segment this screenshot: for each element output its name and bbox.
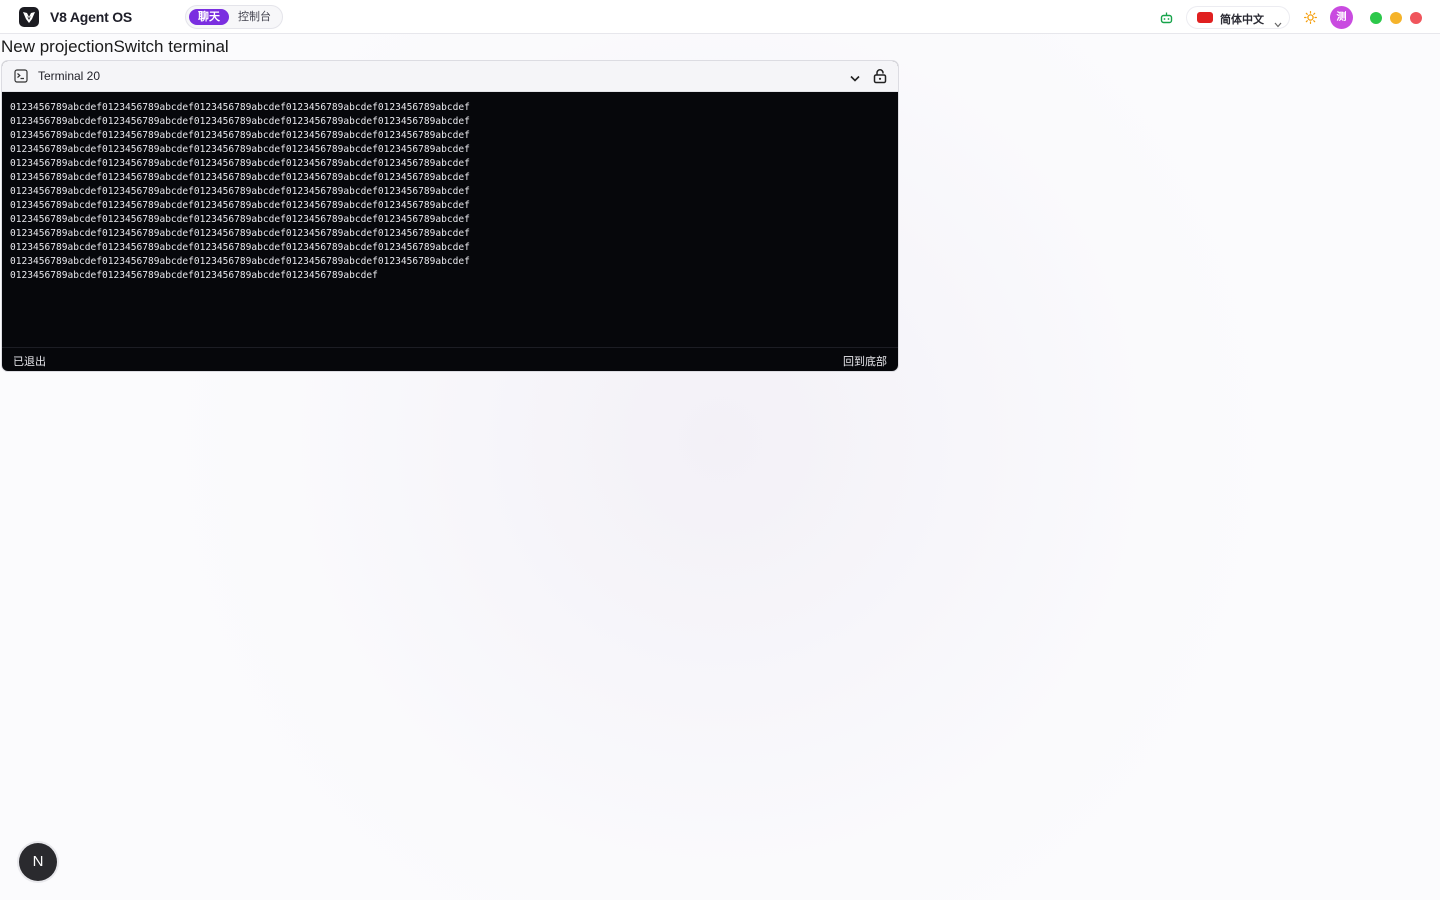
terminal-line: 0123456789abcdef0123456789abcdef01234567… [10, 130, 470, 141]
terminal-line: 0123456789abcdef0123456789abcdef01234567… [10, 116, 470, 127]
mode-switch: 聊天 控制台 [185, 5, 283, 29]
terminal-line: 0123456789abcdef0123456789abcdef01234567… [10, 242, 470, 253]
terminal-header: Terminal 20 [2, 61, 898, 92]
floating-n-button[interactable]: N [19, 843, 57, 881]
sun-icon[interactable] [1304, 11, 1317, 29]
robot-icon[interactable] [1160, 11, 1173, 29]
window-maximize-button[interactable] [1370, 12, 1382, 24]
terminal-panel: Terminal 20 0123456789abcdef0123456789ab… [1, 60, 899, 372]
mode-console-tab[interactable]: 控制台 [238, 9, 271, 25]
terminal-line: 0123456789abcdef0123456789abcdef01234567… [10, 172, 470, 183]
avatar[interactable]: 测 [1330, 6, 1353, 29]
unlock-icon[interactable] [872, 68, 888, 89]
china-flag-icon [1197, 12, 1213, 23]
terminal-line: 0123456789abcdef0123456789abcdef01234567… [10, 144, 470, 155]
language-select[interactable]: 简体中文 [1186, 6, 1290, 29]
terminal-line: 0123456789abcdef0123456789abcdef01234567… [10, 214, 470, 225]
terminal-line: 0123456789abcdef0123456789abcdef01234567… [10, 270, 378, 281]
terminal-line: 0123456789abcdef0123456789abcdef01234567… [10, 228, 470, 239]
scroll-to-bottom-button[interactable]: 回到底部 [843, 353, 887, 369]
chevron-down-icon [1274, 15, 1282, 33]
page-heading: New projectionSwitch terminal [1, 37, 229, 56]
terminal-icon [14, 69, 28, 88]
terminal-output[interactable]: 0123456789abcdef0123456789abcdef01234567… [10, 101, 890, 341]
app-title: V8 Agent OS [50, 9, 133, 25]
language-label: 简体中文 [1220, 14, 1264, 26]
mode-chat-tab[interactable]: 聊天 [189, 9, 229, 25]
terminal-line: 0123456789abcdef0123456789abcdef01234567… [10, 158, 470, 169]
terminal-footer: 已退出 回到底部 [2, 347, 898, 371]
terminal-status: 已退出 [13, 356, 46, 368]
window-close-button[interactable] [1410, 12, 1422, 24]
app-logo[interactable] [19, 7, 39, 27]
terminal-title: Terminal 20 [38, 69, 101, 83]
terminal-line: 0123456789abcdef0123456789abcdef01234567… [10, 186, 470, 197]
logo-icon [23, 12, 35, 23]
terminal-line: 0123456789abcdef0123456789abcdef01234567… [10, 102, 470, 113]
terminal-line: 0123456789abcdef0123456789abcdef01234567… [10, 256, 470, 267]
top-bar: V8 Agent OS 聊天 控制台 简体中文 测 [0, 0, 1440, 34]
window-minimize-button[interactable] [1390, 12, 1402, 24]
chevron-down-icon[interactable] [849, 71, 861, 89]
terminal-line: 0123456789abcdef0123456789abcdef01234567… [10, 200, 470, 211]
